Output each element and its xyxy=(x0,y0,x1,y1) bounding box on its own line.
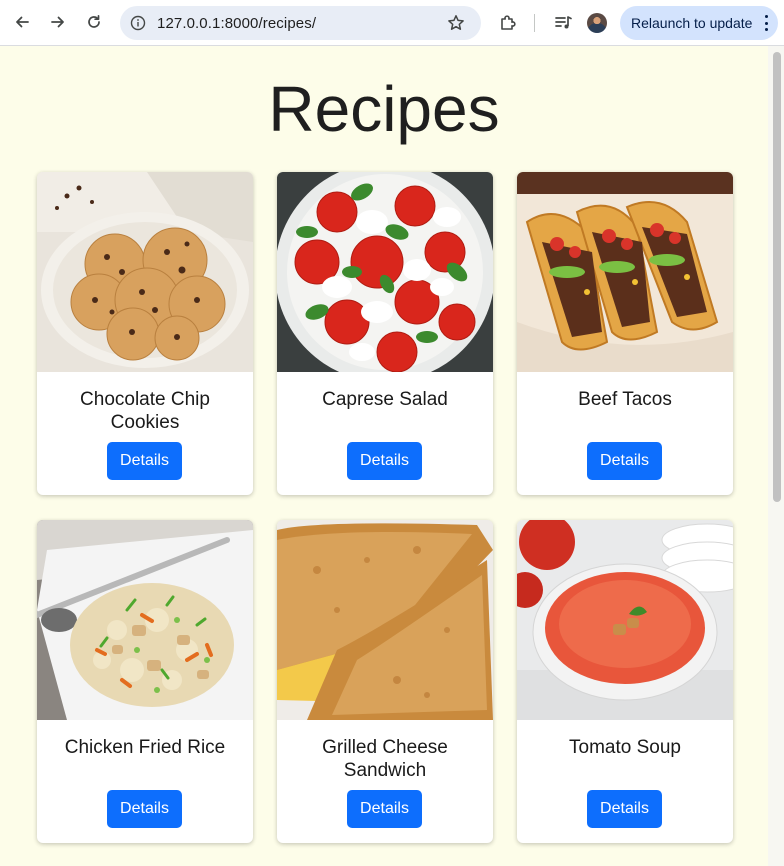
back-arrow-icon xyxy=(16,16,29,28)
reload-icon xyxy=(88,14,100,28)
details-button[interactable]: Details xyxy=(587,442,662,480)
recipe-title: Chocolate Chip Cookies xyxy=(80,389,210,433)
address-bar[interactable]: 127.0.0.1:8000/recipes/ xyxy=(120,6,481,40)
recipe-image xyxy=(277,520,493,720)
recipe-title: Caprese Salad xyxy=(322,389,448,410)
details-button[interactable]: Details xyxy=(107,790,182,828)
details-button[interactable]: Details xyxy=(587,790,662,828)
recipe-image xyxy=(37,520,253,720)
toolbar-divider xyxy=(534,14,535,32)
details-button[interactable]: Details xyxy=(347,442,422,480)
forward-arrow-icon xyxy=(51,16,64,28)
recipe-image xyxy=(277,172,493,372)
media-control-icon[interactable] xyxy=(551,11,575,35)
details-button[interactable]: Details xyxy=(107,442,182,480)
bookmark-star-icon[interactable] xyxy=(446,13,466,33)
forward-button[interactable] xyxy=(43,7,73,37)
address-url[interactable]: 127.0.0.1:8000/recipes/ xyxy=(157,15,316,32)
profile-avatar[interactable] xyxy=(587,13,607,33)
more-menu-icon[interactable] xyxy=(764,15,768,31)
recipe-card: Tomato Soup Details xyxy=(517,520,733,843)
extensions-puzzle-icon[interactable] xyxy=(496,11,520,35)
scrollbar-thumb[interactable] xyxy=(773,52,781,502)
recipe-title: Grilled Cheese Sandwich xyxy=(322,737,448,781)
details-button[interactable]: Details xyxy=(347,790,422,828)
recipe-image xyxy=(37,172,253,372)
recipe-image xyxy=(517,172,733,372)
back-button[interactable] xyxy=(7,7,37,37)
recipe-title: Tomato Soup xyxy=(569,737,681,758)
recipe-card: Chicken Fried Rice Details xyxy=(37,520,253,843)
recipe-title: Beef Tacos xyxy=(578,389,672,410)
site-info-icon[interactable] xyxy=(129,14,147,32)
relaunch-label: Relaunch to update xyxy=(631,15,753,31)
relaunch-to-update-button[interactable]: Relaunch to update xyxy=(620,6,778,40)
recipe-image xyxy=(517,520,733,720)
recipe-card: Beef Tacos Details xyxy=(517,172,733,495)
page-scrollbar[interactable] xyxy=(768,46,784,866)
recipe-title: Chicken Fried Rice xyxy=(64,737,226,758)
reload-button[interactable] xyxy=(79,7,109,37)
recipe-card: Caprese Salad Details xyxy=(277,172,493,495)
recipe-card: Grilled Cheese Sandwich Details xyxy=(277,520,493,843)
page-title: Recipes xyxy=(268,73,500,145)
browser-toolbar: 127.0.0.1:8000/recipes/ Relaunch to upda… xyxy=(0,0,784,46)
recipe-card: Chocolate Chip Cookies Details xyxy=(37,172,253,495)
